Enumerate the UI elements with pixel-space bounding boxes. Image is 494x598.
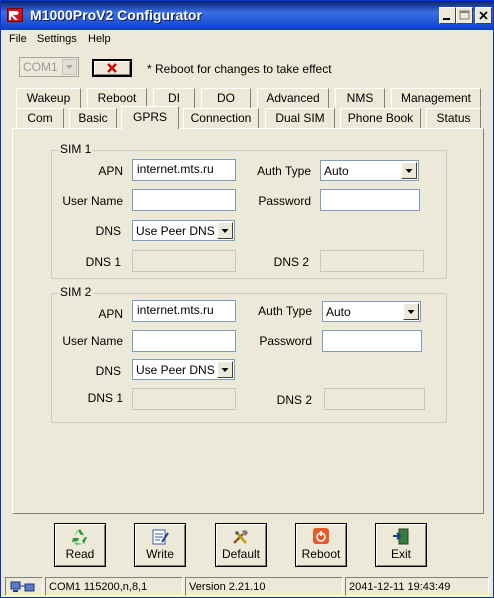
recycle-icon: [70, 528, 90, 546]
read-button[interactable]: Read: [54, 523, 106, 567]
tab-connection[interactable]: Connection: [183, 108, 259, 128]
menu-bar: File Settings Help: [1, 30, 493, 49]
tab-status[interactable]: Status: [426, 108, 481, 128]
sim2-username-label: User Name: [62, 334, 123, 348]
tab-management[interactable]: Management: [391, 88, 481, 108]
sim2-dns2-input: [324, 388, 425, 410]
configurator-window: M1000ProV2 Configurator File Settings He…: [0, 0, 494, 598]
tab-do[interactable]: DO: [201, 88, 251, 108]
close-port-button[interactable]: [92, 59, 132, 77]
tab-basic[interactable]: Basic: [69, 108, 117, 128]
sim1-authtype-select[interactable]: Auto: [320, 160, 419, 181]
sim1-authtype-label: Auth Type: [257, 164, 311, 178]
sim1-dns2-input: [320, 250, 424, 272]
status-datetime: 2041-12-11 19:43:49: [345, 577, 489, 596]
tab-advanced[interactable]: Advanced: [257, 88, 329, 108]
sim1-legend: SIM 1: [58, 142, 94, 156]
tab-reboot[interactable]: Reboot: [87, 88, 147, 108]
tab-com[interactable]: Com: [16, 108, 64, 128]
write-label: Write: [146, 547, 174, 561]
tab-nms[interactable]: NMS: [335, 88, 385, 108]
close-button[interactable]: [475, 7, 492, 24]
menu-file[interactable]: File: [9, 33, 27, 45]
write-button[interactable]: Write: [134, 523, 186, 567]
sim2-password-label: Password: [259, 334, 312, 348]
status-bar: COM1 115200,n,8,1 Version 2.21.10 2041-1…: [1, 575, 493, 597]
sim2-apn-label: APN: [98, 307, 123, 321]
menu-settings[interactable]: Settings: [37, 33, 77, 45]
sim1-password-label: Password: [258, 194, 311, 208]
tools-icon: [231, 528, 251, 546]
tab-wakeup[interactable]: Wakeup: [16, 88, 81, 108]
read-label: Read: [65, 547, 95, 561]
sim2-authtype-label: Auth Type: [258, 304, 312, 318]
default-button[interactable]: Default: [215, 523, 267, 567]
reboot-note: * Reboot for changes to take effect: [147, 62, 332, 76]
app-logo-icon: [7, 8, 23, 22]
sim2-dns-label: DNS: [95, 364, 121, 378]
sim2-authtype-select[interactable]: Auto: [322, 301, 421, 322]
title-bar[interactable]: M1000ProV2 Configurator: [1, 1, 493, 30]
status-icon-cell: [5, 577, 43, 596]
chevron-down-icon: [403, 303, 419, 320]
window-title: M1000ProV2 Configurator: [30, 7, 202, 23]
chevron-down-icon: [217, 361, 233, 378]
chevron-down-icon: [62, 59, 77, 75]
tab-dual-sim[interactable]: Dual SIM: [265, 108, 335, 128]
sim2-authtype-value: Auto: [326, 305, 351, 319]
sim2-legend: SIM 2: [58, 285, 94, 299]
tab-gprs[interactable]: GPRS: [121, 106, 179, 129]
sim2-dns2-label: DNS 2: [276, 393, 312, 407]
sim1-authtype-value: Auto: [324, 164, 349, 178]
sim1-apn-input[interactable]: internet.mts.ru: [132, 159, 236, 181]
network-icon: [9, 581, 39, 597]
reboot-label: Reboot: [301, 547, 341, 561]
sim2-dns-select[interactable]: Use Peer DNS: [132, 359, 235, 380]
sim1-dns-value: Use Peer DNS: [136, 224, 215, 238]
menu-help[interactable]: Help: [88, 33, 111, 45]
exit-door-icon: [391, 528, 411, 546]
sim2-dns-value: Use Peer DNS: [136, 363, 215, 377]
write-icon: [150, 528, 170, 546]
sim2-username-input[interactable]: [132, 330, 236, 352]
sim1-dns1-label: DNS 1: [85, 255, 121, 269]
sim2-dns1-input: [132, 388, 236, 410]
sim2-dns1-label: DNS 1: [87, 391, 123, 405]
status-connection: COM1 115200,n,8,1: [45, 577, 183, 596]
chevron-down-icon: [217, 222, 233, 239]
com-port-select[interactable]: COM1: [19, 57, 79, 77]
tab-phone-book[interactable]: Phone Book: [340, 108, 421, 128]
sim2-apn-input[interactable]: internet.mts.ru: [132, 300, 236, 322]
sim1-username-label: User Name: [62, 194, 123, 208]
sim2-password-input[interactable]: [322, 330, 422, 352]
sim1-dns1-input: [132, 250, 236, 272]
minimize-button[interactable]: [439, 7, 456, 24]
maximize-button[interactable]: [456, 7, 473, 24]
sim1-username-input[interactable]: [132, 189, 236, 211]
chevron-down-icon: [401, 162, 417, 179]
power-icon: [311, 528, 331, 546]
com-port-value: COM1: [23, 60, 58, 74]
sim1-password-input[interactable]: [320, 189, 420, 211]
exit-button[interactable]: Exit: [375, 523, 427, 567]
sim1-dns2-label: DNS 2: [273, 255, 309, 269]
exit-label: Exit: [390, 547, 411, 561]
tab-di[interactable]: DI: [153, 88, 195, 108]
sim1-dns-select[interactable]: Use Peer DNS: [132, 220, 235, 241]
default-label: Default: [221, 547, 261, 561]
status-version: Version 2.21.10: [185, 577, 343, 596]
sim1-apn-label: APN: [98, 164, 123, 178]
sim1-dns-label: DNS: [95, 224, 121, 238]
reboot-button[interactable]: Reboot: [295, 523, 347, 567]
